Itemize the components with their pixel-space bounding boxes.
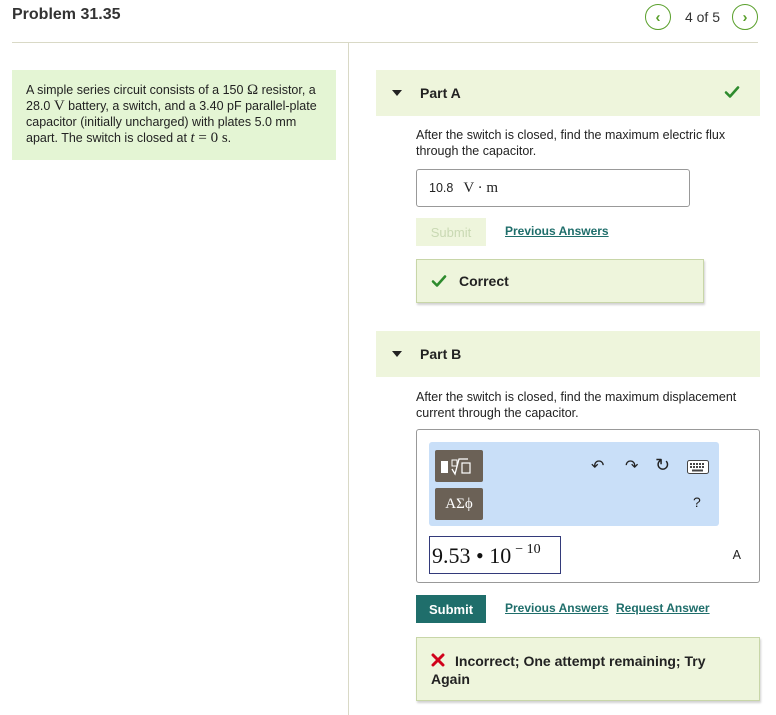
part-b-feedback: Incorrect; One attempt remaining; Try Ag…	[416, 637, 760, 701]
part-b-question: After the switch is closed, find the max…	[416, 390, 737, 420]
column-divider	[348, 43, 349, 715]
math-toolbar: ΑΣϕ ↶ ↷ ↻ ?	[429, 442, 719, 526]
undo-icon[interactable]: ↶	[591, 456, 604, 476]
math-answer-editor: ΑΣϕ ↶ ↷ ↻ ? 9.53 • 10− 10 A	[416, 429, 760, 583]
collapse-caret-icon	[392, 90, 402, 96]
check-icon	[724, 86, 740, 98]
part-b-header[interactable]: Part B	[376, 331, 760, 377]
part-a-question: After the switch is closed, find the max…	[416, 128, 726, 158]
answer-mantissa: 9.53 • 10	[432, 543, 512, 568]
sqrt-template-icon	[441, 458, 471, 476]
answer-units: V · m	[463, 179, 499, 196]
part-a-header[interactable]: Part A	[376, 70, 760, 116]
greek-symbols-button[interactable]: ΑΣϕ	[435, 488, 483, 520]
redo-icon[interactable]: ↷	[625, 456, 638, 476]
part-b-submit-button[interactable]: Submit	[416, 595, 486, 623]
ohm-symbol: Ω	[246, 82, 259, 98]
templates-button[interactable]	[435, 450, 483, 482]
next-problem-button[interactable]: ›	[732, 4, 758, 30]
problem-statement: A simple series circuit consists of a 15…	[12, 70, 336, 160]
problem-counter: 4 of 5	[684, 9, 720, 25]
part-a-answer-field: 10.8 V · m	[416, 169, 690, 207]
problem-text: .	[227, 131, 232, 145]
close-icon	[431, 653, 445, 667]
problem-text: battery, a switch, and a 3.40 pF paralle…	[26, 99, 317, 145]
part-b-title: Part B	[420, 346, 462, 362]
header-divider	[12, 42, 758, 43]
problem-navigation: ‹ 4 of 5 ›	[644, 4, 758, 30]
answer-value: 10.8	[429, 181, 454, 195]
answer-input[interactable]: 9.53 • 10− 10	[429, 536, 561, 574]
check-icon	[431, 275, 447, 287]
keyboard-icon[interactable]	[687, 460, 709, 474]
part-a-previous-answers-link[interactable]: Previous Answers	[505, 224, 609, 238]
request-answer-link[interactable]: Request Answer	[616, 601, 710, 615]
equals-sign: =	[194, 130, 211, 146]
answer-unit: A	[732, 548, 741, 562]
part-a-submit-button: Submit	[416, 218, 486, 246]
help-icon[interactable]: ?	[693, 494, 701, 510]
chevron-left-icon: ‹	[655, 8, 661, 26]
part-a-title: Part A	[420, 85, 461, 101]
problem-text: A simple series circuit consists of a 15…	[26, 83, 247, 97]
feedback-text: Correct	[459, 273, 509, 289]
part-b-previous-answers-link[interactable]: Previous Answers	[505, 601, 609, 615]
reset-icon[interactable]: ↻	[655, 455, 670, 476]
collapse-caret-icon	[392, 351, 402, 357]
page-title: Problem 31.35	[12, 6, 121, 23]
feedback-text: Incorrect; One attempt remaining; Try Ag…	[431, 653, 706, 687]
answer-exponent: − 10	[515, 542, 541, 557]
chevron-right-icon: ›	[742, 8, 748, 26]
previous-problem-button[interactable]: ‹	[644, 4, 671, 30]
time-value: 0 s	[210, 130, 228, 146]
volt-symbol: V	[53, 98, 65, 114]
part-a-feedback: Correct	[416, 259, 704, 303]
